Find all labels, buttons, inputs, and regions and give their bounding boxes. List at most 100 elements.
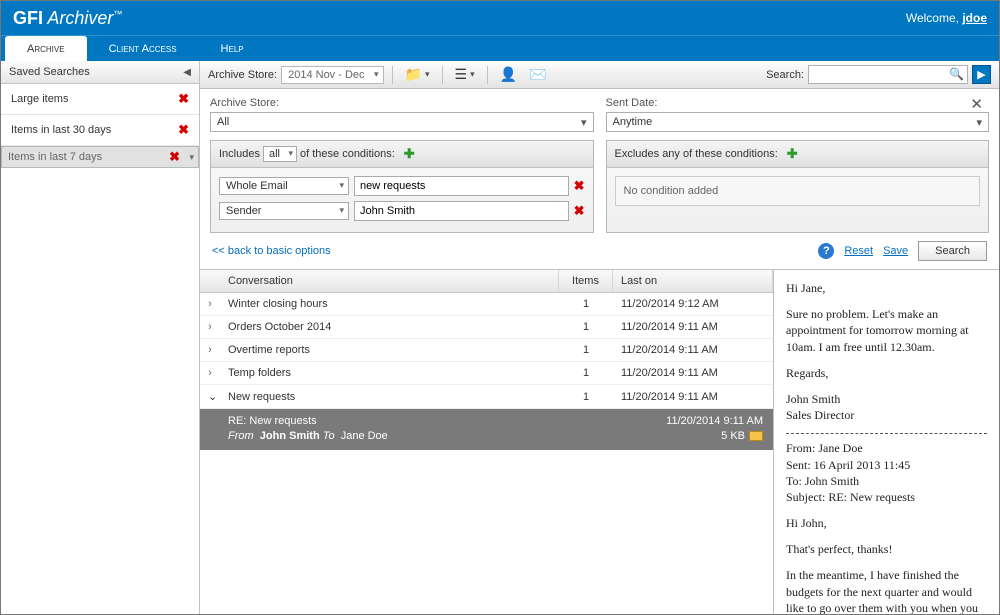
help-icon[interactable]: ? — [818, 243, 834, 259]
saved-search-label: Items in last 30 days — [11, 124, 111, 136]
row-items: 1 — [559, 362, 613, 384]
row-items: 1 — [559, 316, 613, 338]
search-input[interactable] — [808, 65, 968, 84]
grid-row[interactable]: ›Orders October 2014111/20/2014 9:11 AM — [200, 316, 773, 339]
saved-search-label: Large items — [11, 93, 68, 105]
filter-store-select[interactable]: All — [210, 112, 594, 132]
user-link[interactable]: jdoe — [962, 11, 987, 25]
saved-searches-header: Saved Searches ◀ — [1, 61, 199, 84]
row-title: Overtime reports — [220, 339, 559, 361]
saved-search-item[interactable]: Items in last 7 days ✖ — [1, 146, 199, 168]
search-button[interactable]: Search — [918, 241, 987, 261]
grid-row[interactable]: ⌄New requests111/20/2014 9:11 AM — [200, 385, 773, 409]
grid-row[interactable]: ›Overtime reports111/20/2014 9:11 AM — [200, 339, 773, 362]
row-items: 1 — [559, 293, 613, 315]
includes-pre: Includes — [219, 148, 260, 160]
saved-searches-title: Saved Searches — [9, 66, 90, 78]
condition-row: Sender ✖ — [219, 201, 585, 221]
welcome-block: Welcome, jdoe — [906, 11, 987, 25]
remove-condition-icon[interactable]: ✖ — [574, 178, 585, 194]
collapse-icon[interactable]: ◀ — [183, 67, 191, 78]
app-header: GFI Archiver™ Welcome, jdoe — [1, 1, 999, 35]
row-last: 11/20/2014 9:12 AM — [613, 293, 773, 315]
add-condition-icon[interactable]: ✚ — [787, 146, 798, 162]
delete-icon[interactable]: ✖ — [178, 122, 189, 138]
grid-row[interactable]: ›Winter closing hours111/20/2014 9:12 AM — [200, 293, 773, 316]
message-size: 5 KB — [721, 430, 745, 442]
expand-icon[interactable]: › — [200, 293, 220, 315]
reset-link[interactable]: Reset — [844, 245, 873, 257]
welcome-label: Welcome, — [906, 11, 959, 25]
logo-rest: Archiver — [43, 8, 113, 28]
grid-row[interactable]: ›Temp folders111/20/2014 9:11 AM — [200, 362, 773, 385]
mail-icon[interactable]: ✉️ — [525, 64, 550, 85]
includes-box: Includes all of these conditions: ✚ Whol… — [210, 140, 594, 233]
preview-header-sent: Sent: 16 April 2013 11:45 — [786, 457, 987, 473]
includes-mode-select[interactable]: all — [263, 146, 297, 162]
message-time: 11/20/2014 9:11 AM — [666, 415, 763, 427]
tab-archive[interactable]: Archive — [5, 36, 87, 61]
results-grid: Conversation Items Last on ›Winter closi… — [200, 270, 774, 614]
search-go-button[interactable]: ▶ — [972, 65, 991, 84]
separator — [442, 66, 443, 84]
back-to-basic-link[interactable]: << back to basic options — [212, 245, 331, 257]
main-tabs: Archive Client Access Help — [1, 35, 999, 61]
condition-field-select[interactable]: Whole Email — [219, 177, 349, 195]
archive-store-select[interactable]: 2014 Nov - Dec — [281, 66, 383, 84]
add-condition-icon[interactable]: ✚ — [404, 146, 415, 162]
to-value: Jane Doe — [341, 430, 388, 442]
condition-value-input[interactable] — [354, 201, 569, 221]
filter-store-label: Archive Store: — [210, 97, 594, 109]
delete-icon[interactable]: ✖ — [178, 91, 189, 107]
separator — [487, 66, 488, 84]
col-laston[interactable]: Last on — [613, 270, 773, 292]
search-icon[interactable]: 🔍 — [949, 67, 964, 81]
filter-sentdate-label: Sent Date: — [606, 97, 990, 109]
expand-icon[interactable]: › — [200, 339, 220, 361]
expand-icon[interactable]: › — [200, 362, 220, 384]
row-title: New requests — [220, 386, 559, 408]
condition-row: Whole Email ✖ — [219, 176, 585, 196]
preview-header-subject: Subject: RE: New requests — [786, 489, 987, 505]
from-value: John Smith — [260, 430, 320, 442]
preview-line: In the meantime, I have finished the bud… — [786, 567, 987, 614]
tab-client-access[interactable]: Client Access — [87, 36, 199, 61]
filter-sentdate-select[interactable]: Anytime — [606, 112, 990, 132]
advanced-filter-pane: ✕ Archive Store: All Sent Date: Anytime — [200, 89, 999, 140]
delete-icon[interactable]: ✖ — [169, 149, 180, 165]
save-link[interactable]: Save — [883, 245, 908, 257]
message-row[interactable]: 11/20/2014 9:11 AM RE: New requests 5 KB… — [200, 409, 773, 450]
condition-value-input[interactable] — [354, 176, 569, 196]
preview-line: That's perfect, thanks! — [786, 541, 987, 557]
archive-store-label: Archive Store: — [208, 69, 277, 81]
preview-pane: Hi Jane, Sure no problem. Let's make an … — [774, 270, 999, 614]
list-view-dropdown-icon[interactable]: ☰ — [451, 64, 479, 85]
collapse-icon[interactable]: ⌄ — [200, 385, 220, 408]
user-icon[interactable]: 👤 — [496, 64, 521, 85]
sidebar: Saved Searches ◀ Large items ✖ Items in … — [1, 61, 200, 614]
folder-dropdown-icon[interactable]: 📁 — [401, 64, 434, 85]
expand-icon[interactable]: › — [200, 316, 220, 338]
message-subject: RE: New requests — [228, 415, 317, 427]
row-last: 11/20/2014 9:11 AM — [613, 362, 773, 384]
logo-bold: GFI — [13, 8, 43, 28]
excludes-label: Excludes any of these conditions: — [615, 148, 778, 160]
toolbar: Archive Store: 2014 Nov - Dec 📁 ☰ 👤 ✉️ S… — [200, 61, 999, 89]
preview-line: John Smith — [786, 391, 987, 407]
tab-help[interactable]: Help — [199, 36, 266, 61]
close-icon[interactable]: ✕ — [970, 95, 983, 113]
preview-line: Regards, — [786, 365, 987, 381]
row-last: 11/20/2014 9:11 AM — [613, 339, 773, 361]
condition-field-select[interactable]: Sender — [219, 202, 349, 220]
col-items[interactable]: Items — [559, 270, 613, 292]
envelope-icon — [749, 431, 763, 441]
from-label: From — [228, 430, 254, 442]
tm-mark: ™ — [113, 9, 122, 19]
saved-search-item[interactable]: Items in last 30 days ✖ — [1, 115, 199, 146]
preview-line: Sales Director — [786, 407, 987, 423]
remove-condition-icon[interactable]: ✖ — [574, 203, 585, 219]
search-box: Search: 🔍 ▶ — [766, 65, 991, 84]
advanced-footer: << back to basic options ? Reset Save Se… — [200, 235, 999, 269]
saved-search-item[interactable]: Large items ✖ — [1, 84, 199, 115]
col-conversation[interactable]: Conversation — [220, 270, 559, 292]
